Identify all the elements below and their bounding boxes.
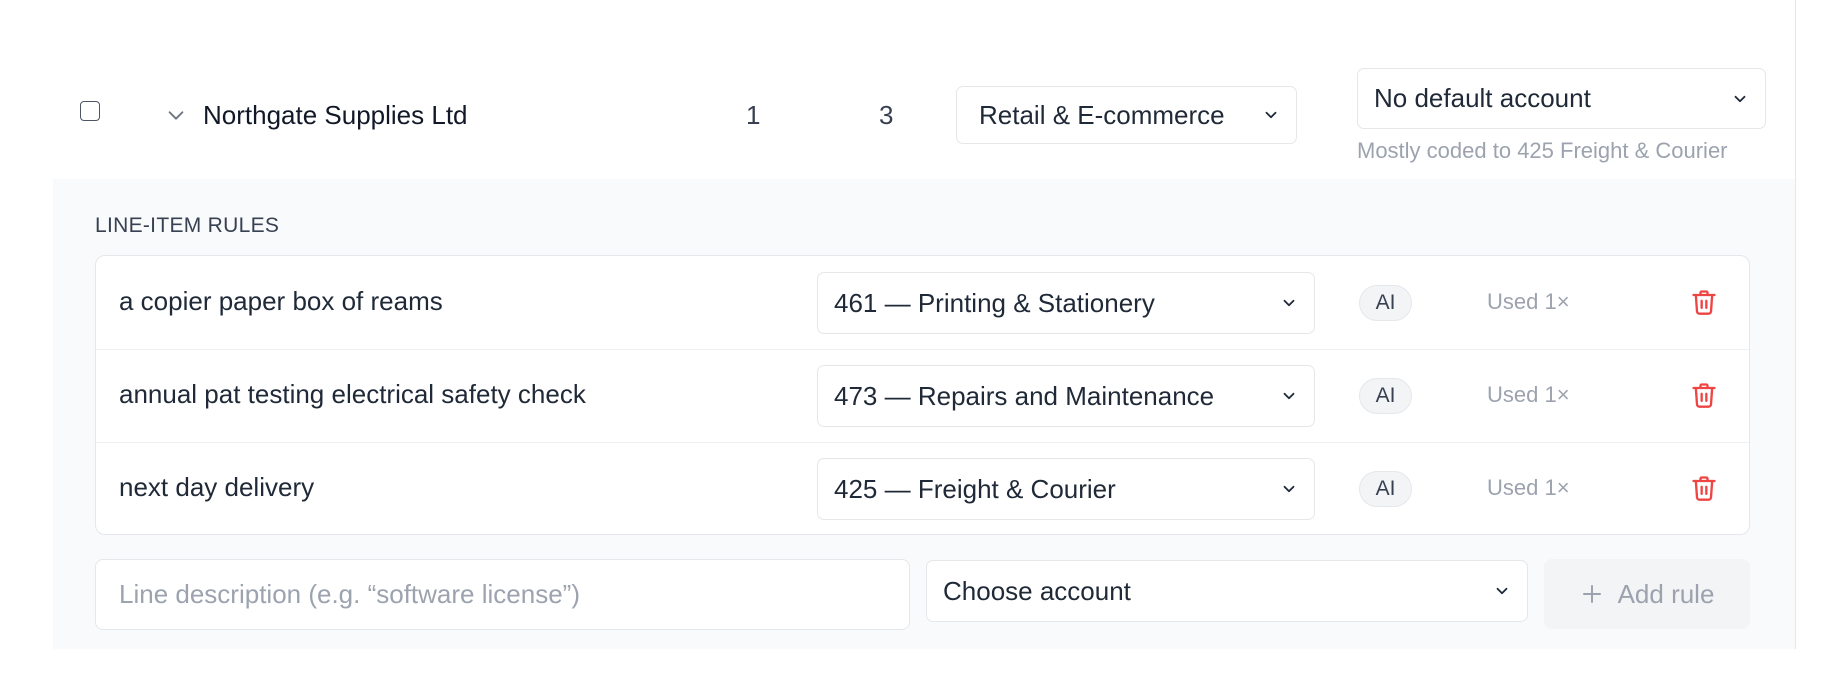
ai-badge: AI [1359, 285, 1412, 321]
chevron-down-icon [1265, 111, 1277, 119]
vendor-select-checkbox[interactable] [80, 101, 100, 121]
trash-icon[interactable] [1690, 287, 1718, 317]
trash-icon[interactable] [1690, 380, 1718, 410]
rule-account-select[interactable]: 425 — Freight & Courier [817, 458, 1315, 520]
rule-account-value: 461 — Printing & Stationery [834, 287, 1155, 318]
line-description-input[interactable] [95, 559, 910, 630]
industry-select[interactable]: Retail & E-commerce [956, 86, 1297, 144]
chevron-down-icon [1734, 95, 1746, 102]
vendor-count-b: 3 [879, 100, 894, 130]
trash-icon[interactable] [1690, 473, 1718, 503]
rule-description: a copier paper box of reams [119, 286, 443, 316]
rule-description: annual pat testing electrical safety che… [119, 379, 586, 409]
choose-account-value: Choose account [943, 575, 1131, 606]
chevron-down-icon [1496, 587, 1508, 595]
line-item-rules-panel: LINE-ITEM RULES a copier paper box of re… [53, 179, 1795, 649]
rule-account-select[interactable]: 461 — Printing & Stationery [817, 272, 1315, 334]
vendor-card: Northgate Supplies Ltd 1 3 Retail & E-co… [53, 0, 1796, 649]
vendor-count-a: 1 [746, 100, 761, 130]
rule-usage: Used 1× [1487, 475, 1570, 500]
ai-badge: AI [1359, 378, 1412, 414]
rule-row: a copier paper box of reams 461 — Printi… [96, 256, 1749, 350]
rule-usage: Used 1× [1487, 289, 1570, 314]
chevron-down-icon [1283, 392, 1295, 400]
rule-description: next day delivery [119, 472, 315, 502]
rule-usage: Used 1× [1487, 382, 1570, 407]
default-account-select[interactable]: No default account [1357, 68, 1766, 129]
chevron-down-icon [1283, 485, 1295, 493]
rule-row: annual pat testing electrical safety che… [96, 349, 1749, 443]
default-account-hint: Mostly coded to 425 Freight & Courier [1357, 138, 1728, 163]
ai-badge: AI [1359, 471, 1412, 507]
rule-account-value: 473 — Repairs and Maintenance [834, 380, 1215, 411]
rules-list: a copier paper box of reams 461 — Printi… [95, 255, 1750, 535]
rule-row: next day delivery 425 — Freight & Courie… [96, 442, 1749, 534]
vendor-name: Northgate Supplies Ltd [203, 100, 468, 130]
expand-chevron-icon[interactable] [165, 104, 187, 126]
rule-account-value: 425 — Freight & Courier [834, 473, 1116, 504]
add-rule-label: Add rule [1617, 578, 1715, 609]
choose-account-select[interactable]: Choose account [926, 560, 1528, 622]
vendor-row: Northgate Supplies Ltd 1 3 Retail & E-co… [53, 0, 1795, 179]
rule-account-select[interactable]: 473 — Repairs and Maintenance [817, 365, 1315, 427]
section-title: LINE-ITEM RULES [95, 214, 280, 237]
industry-select-value: Retail & E-commerce [979, 99, 1225, 130]
default-account-value: No default account [1374, 83, 1591, 113]
chevron-down-icon [1283, 299, 1295, 307]
add-rule-button[interactable]: Add rule [1544, 559, 1750, 629]
plus-icon [1582, 585, 1601, 603]
